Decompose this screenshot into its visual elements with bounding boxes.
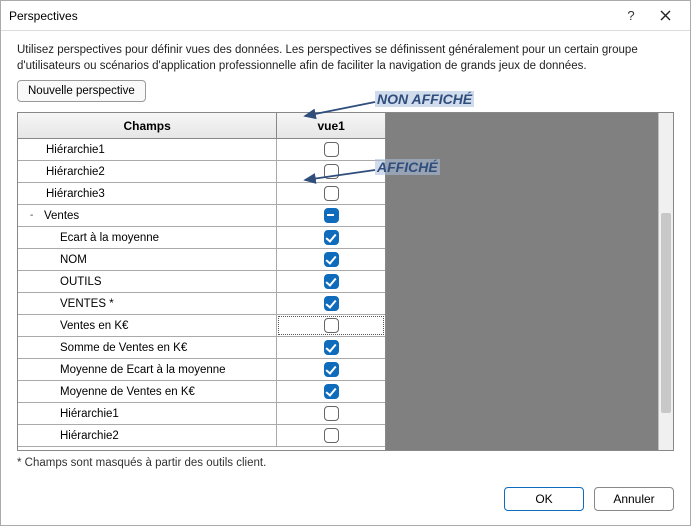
footnote-text: * Champs sont masqués à partir des outil… xyxy=(17,457,674,469)
checkbox-cell[interactable] xyxy=(277,381,385,402)
checkbox[interactable] xyxy=(324,318,339,333)
table-row[interactable]: VENTES * xyxy=(18,293,385,315)
grid-inner: Champs vue1 Hiérarchie1 Hiérarchie2 Hiérar… xyxy=(18,113,386,450)
field-cell[interactable]: Hiérarchie2 xyxy=(18,425,277,446)
perspectives-grid: Champs vue1 Hiérarchie1 Hiérarchie2 Hiérar… xyxy=(17,112,674,451)
field-cell[interactable]: VENTES * xyxy=(18,293,277,314)
callout-shown: AFFICHÉ xyxy=(375,159,440,175)
checkbox[interactable] xyxy=(324,428,339,443)
field-cell[interactable]: Moyenne de Ventes en K€ xyxy=(18,381,277,402)
grid-rows: Hiérarchie1Hiérarchie2Hiérarchie3-Ventes… xyxy=(18,139,385,447)
checkbox-cell[interactable] xyxy=(277,249,385,270)
checkbox[interactable] xyxy=(324,384,339,399)
field-label: Hiérarchie2 xyxy=(46,166,105,178)
field-label: Hiérarchie1 xyxy=(60,408,119,420)
field-cell[interactable]: Hiérarchie1 xyxy=(18,139,277,160)
field-cell[interactable]: Somme de Ventes en K€ xyxy=(18,337,277,358)
checkbox-cell[interactable] xyxy=(277,271,385,292)
field-label: OUTILS xyxy=(60,276,102,288)
checkbox-cell[interactable] xyxy=(277,315,385,336)
field-label: Moyenne de Ecart à la moyenne xyxy=(60,364,226,376)
checkbox-cell[interactable] xyxy=(277,161,385,182)
field-label: Ventes xyxy=(44,210,79,222)
field-label: Hiérarchie1 xyxy=(46,144,105,156)
checkbox-cell[interactable] xyxy=(277,139,385,160)
new-perspective-button[interactable]: Nouvelle perspective xyxy=(17,80,146,102)
field-cell[interactable]: OUTILS xyxy=(18,271,277,292)
checkbox[interactable] xyxy=(324,186,339,201)
expander-icon[interactable]: - xyxy=(30,210,38,221)
checkbox-cell[interactable] xyxy=(277,183,385,204)
field-label: Ecart à la moyenne xyxy=(60,232,159,244)
field-cell[interactable]: Hiérarchie2 xyxy=(18,161,277,182)
scrollbar-thumb[interactable] xyxy=(661,213,671,413)
dialog-body: Utilisez perspectives pour définir vues … xyxy=(1,31,690,477)
checkbox[interactable] xyxy=(324,340,339,355)
checkbox[interactable] xyxy=(324,230,339,245)
table-row[interactable]: OUTILS xyxy=(18,271,385,293)
vertical-scrollbar[interactable] xyxy=(658,113,673,450)
table-row[interactable]: Hiérarchie3 xyxy=(18,183,385,205)
field-cell[interactable]: Hiérarchie1 xyxy=(18,403,277,424)
table-row[interactable]: Hiérarchie2 xyxy=(18,425,385,447)
field-label: VENTES * xyxy=(60,298,114,310)
cancel-button[interactable]: Annuler xyxy=(594,487,674,511)
column-header-vue1[interactable]: vue1 xyxy=(277,113,385,138)
field-cell[interactable]: Ventes en K€ xyxy=(18,315,277,336)
dialog-footer: OK Annuler xyxy=(1,477,690,525)
callout-not-shown: NON AFFICHÉ xyxy=(375,91,474,107)
field-cell[interactable]: Ecart à la moyenne xyxy=(18,227,277,248)
window-title: Perspectives xyxy=(9,9,614,23)
checkbox-cell[interactable] xyxy=(277,403,385,424)
table-row[interactable]: Ventes en K€ xyxy=(18,315,385,337)
checkbox[interactable] xyxy=(324,362,339,377)
ok-button[interactable]: OK xyxy=(504,487,584,511)
field-label: Hiérarchie3 xyxy=(46,188,105,200)
checkbox-cell[interactable] xyxy=(277,205,385,226)
close-button[interactable] xyxy=(648,4,682,28)
table-row[interactable]: Moyenne de Ventes en K€ xyxy=(18,381,385,403)
field-label: Hiérarchie2 xyxy=(60,430,119,442)
description-text: Utilisez perspectives pour définir vues … xyxy=(17,43,674,74)
table-row[interactable]: Hiérarchie1 xyxy=(18,403,385,425)
checkbox[interactable] xyxy=(324,208,339,223)
checkbox-cell[interactable] xyxy=(277,425,385,446)
table-row[interactable]: Moyenne de Ecart à la moyenne xyxy=(18,359,385,381)
field-cell[interactable]: Hiérarchie3 xyxy=(18,183,277,204)
field-label: Moyenne de Ventes en K€ xyxy=(60,386,195,398)
help-button[interactable]: ? xyxy=(614,4,648,28)
field-label: Somme de Ventes en K€ xyxy=(60,342,187,354)
checkbox-cell[interactable] xyxy=(277,293,385,314)
field-label: Ventes en K€ xyxy=(60,320,128,332)
checkbox[interactable] xyxy=(324,164,339,179)
table-row[interactable]: Hiérarchie1 xyxy=(18,139,385,161)
checkbox[interactable] xyxy=(324,274,339,289)
table-row[interactable]: -Ventes xyxy=(18,205,385,227)
checkbox-cell[interactable] xyxy=(277,337,385,358)
table-row[interactable]: Somme de Ventes en K€ xyxy=(18,337,385,359)
field-label: NOM xyxy=(60,254,87,266)
perspectives-dialog: Perspectives ? Utilisez perspectives pou… xyxy=(0,0,691,526)
field-cell[interactable]: Moyenne de Ecart à la moyenne xyxy=(18,359,277,380)
column-header-fields[interactable]: Champs xyxy=(18,113,277,138)
table-row[interactable]: Hiérarchie2 xyxy=(18,161,385,183)
checkbox-cell[interactable] xyxy=(277,359,385,380)
table-row[interactable]: Ecart à la moyenne xyxy=(18,227,385,249)
grid-header: Champs vue1 xyxy=(18,113,385,139)
checkbox[interactable] xyxy=(324,406,339,421)
checkbox[interactable] xyxy=(324,296,339,311)
checkbox[interactable] xyxy=(324,142,339,157)
table-row[interactable]: NOM xyxy=(18,249,385,271)
close-icon xyxy=(660,10,671,21)
checkbox[interactable] xyxy=(324,252,339,267)
titlebar: Perspectives ? xyxy=(1,1,690,31)
checkbox-cell[interactable] xyxy=(277,227,385,248)
field-cell[interactable]: -Ventes xyxy=(18,205,277,226)
field-cell[interactable]: NOM xyxy=(18,249,277,270)
